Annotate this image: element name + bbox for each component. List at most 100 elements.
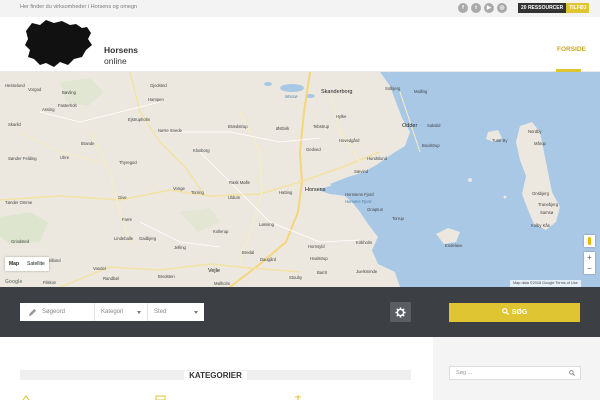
- map-place-label: Gnaptun: [367, 207, 384, 212]
- map-place-label: Klovborg: [193, 148, 210, 153]
- nav-forside[interactable]: FORSIDE: [557, 46, 586, 53]
- advanced-search-button[interactable]: [390, 302, 411, 322]
- gear-icon: [395, 307, 406, 318]
- street-view-pegman-icon[interactable]: [584, 235, 595, 247]
- map-place-label: Horsens: [305, 187, 326, 193]
- map-place-label: Vonge: [173, 186, 185, 191]
- map-place-label: Randbøl: [103, 276, 119, 281]
- map-place-label: Mølholm: [214, 281, 231, 286]
- map-place-label: Vejle: [208, 268, 220, 274]
- map-place-label: Boulstrup: [422, 143, 440, 148]
- zoom-controls[interactable]: + −: [584, 252, 595, 274]
- map-place-label: Løsning: [259, 222, 274, 227]
- map-place-label: Nordby: [528, 129, 542, 134]
- search-bar: Søgeord Kategori Sted SØG: [0, 287, 600, 337]
- map-place-label: Skanderborg: [321, 89, 353, 95]
- map-place-label: Vandel: [93, 266, 106, 271]
- map-place-label: Bredal: [242, 250, 255, 255]
- map-place-label: Fasterholt: [58, 103, 77, 108]
- map-water-label: Horsens Fjord: [345, 199, 372, 204]
- map-place-label: Brædstrup: [228, 124, 248, 129]
- category-placeholder: Kategori: [101, 309, 124, 315]
- map-place-label: Daugård: [260, 257, 277, 262]
- map-attribution[interactable]: Map data ©2018 Google Terms of Use: [510, 280, 581, 287]
- instagram-icon[interactable]: ◎: [497, 3, 507, 13]
- map-place-label: Skarild: [8, 122, 21, 127]
- categories-heading-text: KATEGORIER: [184, 371, 247, 380]
- map-place-label: Tebstrup: [313, 124, 330, 129]
- chevron-down-icon: [137, 311, 141, 314]
- header: Horsens online FORSIDE: [0, 17, 600, 72]
- map-place-label: Østbirk: [276, 126, 290, 131]
- zoom-out-button[interactable]: −: [584, 263, 595, 274]
- map-place-label: Uhre: [60, 155, 70, 160]
- search-submit-button[interactable]: SØG: [449, 303, 580, 322]
- sidebar-search-input[interactable]: Søg ...: [449, 366, 581, 380]
- map-type-satellite[interactable]: Satellite: [23, 257, 49, 271]
- map-place-label: Malling: [414, 89, 428, 94]
- map-place-label: Ejstrupholm: [128, 117, 151, 122]
- location-select[interactable]: Sted: [148, 303, 204, 321]
- map-place-label: Bøvling: [62, 90, 76, 95]
- map-place-label: Barrit: [317, 270, 328, 275]
- map-place-label: Stouby: [289, 275, 303, 280]
- map-place-label: Assing: [42, 107, 55, 112]
- youtube-icon[interactable]: ▶: [484, 3, 494, 13]
- resources-label[interactable]: 20 RESSOURCER: [518, 3, 567, 13]
- search-icon[interactable]: [569, 370, 575, 376]
- keyword-input[interactable]: Søgeord: [20, 303, 95, 321]
- site-logo[interactable]: Horsens online: [24, 19, 138, 69]
- map-place-label: Hovedgård: [339, 138, 360, 143]
- map-place-label: Mårup: [534, 141, 546, 146]
- search-fields: Søgeord Kategori Sted: [20, 303, 204, 321]
- logo-text-horsens: Horsens: [104, 45, 139, 55]
- map-place-label: Give: [118, 195, 127, 200]
- map-place-label: Thyregod: [119, 160, 137, 165]
- map-place-label: Solbjerg: [385, 86, 401, 91]
- map-place-label: Onsbjerg: [532, 191, 549, 196]
- map[interactable]: Gjedsted Hampen Nørre Snede Brædstrup Ejstru…: [0, 72, 600, 287]
- map-place-label: Hylke: [336, 114, 347, 119]
- map-type-map[interactable]: Map: [5, 257, 23, 271]
- social-links: f t ▶ ◎: [458, 3, 507, 13]
- map-place-label: Tune By: [492, 138, 508, 143]
- map-place-label: Hornsyld: [308, 244, 325, 249]
- map-place-label: Gadbjerg: [139, 236, 157, 241]
- map-place-label: Hornsens Fjord: [345, 192, 374, 197]
- map-place-label: Rask Mølle: [229, 180, 250, 185]
- map-place-label: Jelling: [174, 245, 186, 250]
- map-place-label: Odder: [402, 123, 418, 129]
- map-place-label: Uldum: [228, 195, 241, 200]
- logo-text-online: online: [104, 56, 127, 66]
- map-place-label: Hampen: [148, 97, 164, 102]
- facebook-icon[interactable]: f: [458, 3, 468, 13]
- search-submit-label: SØG: [511, 309, 528, 316]
- map-place-label: Juelsminde: [356, 269, 378, 274]
- category-icon[interactable]: [22, 395, 34, 400]
- map-canvas: [0, 72, 600, 287]
- map-place-label: Hvalstrup: [310, 256, 328, 261]
- google-logo: Google: [5, 279, 23, 285]
- category-select[interactable]: Kategori: [95, 303, 148, 321]
- map-place-label: Saksild: [427, 123, 441, 128]
- map-place-label: Gjedsted: [150, 83, 167, 88]
- map-place-label: Sævind: [354, 169, 369, 174]
- add-label[interactable]: TILFØJ: [566, 3, 590, 13]
- location-placeholder: Sted: [154, 309, 167, 315]
- map-type-toggle[interactable]: Map Satellite: [5, 257, 49, 271]
- map-place-label: Hatting: [279, 190, 293, 195]
- map-place-label: Tønder Omme: [5, 200, 33, 205]
- map-place-label: Grindsted: [11, 239, 30, 244]
- map-place-label: Hesselund: [5, 83, 25, 88]
- category-icon[interactable]: [155, 395, 167, 400]
- map-place-label: Bredsten: [158, 274, 175, 279]
- twitter-icon[interactable]: t: [471, 3, 481, 13]
- map-place-label: Samsø: [540, 210, 554, 215]
- zoom-in-button[interactable]: +: [584, 252, 595, 263]
- chevron-down-icon: [194, 311, 198, 314]
- map-place-label: Billund: [48, 258, 61, 263]
- tagline: Her finder du virksomheder i Horsens og …: [20, 4, 138, 10]
- sidebar-search-placeholder: Søg ...: [456, 370, 473, 376]
- category-icon[interactable]: [292, 395, 304, 400]
- resources-button[interactable]: 20 RESSOURCER TILFØJ: [518, 3, 590, 13]
